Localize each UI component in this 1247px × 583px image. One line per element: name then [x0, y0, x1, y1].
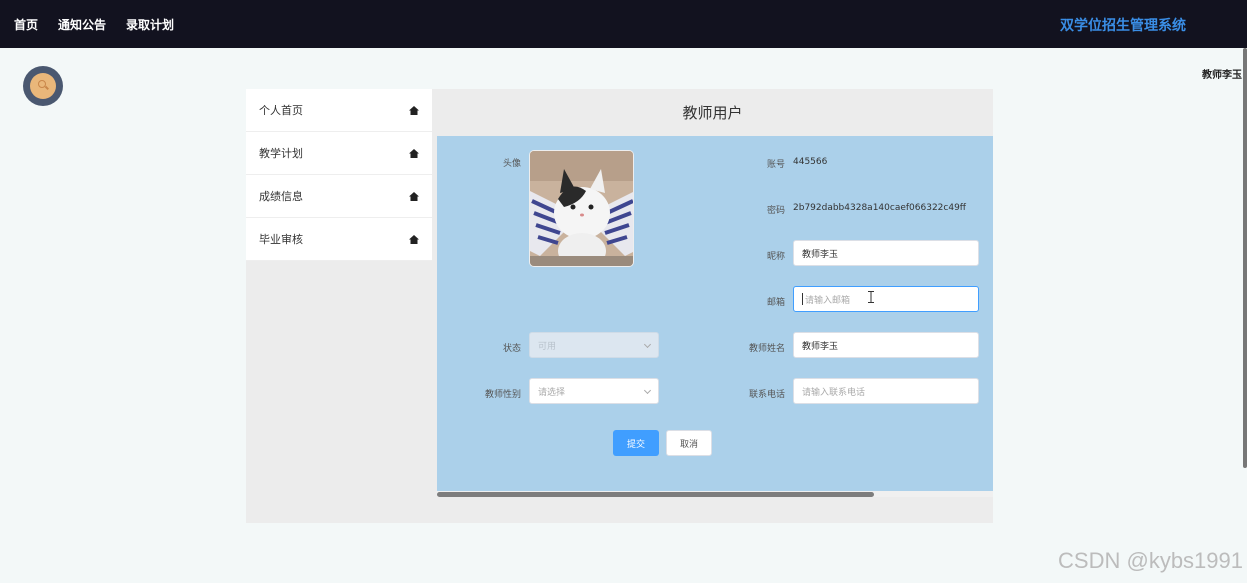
avatar-label: 头像	[502, 159, 521, 169]
home-icon	[409, 234, 419, 244]
sidebar-item-teaching-plan[interactable]: 教学计划	[246, 132, 432, 175]
site-title: 双学位招生管理系统	[1060, 18, 1186, 34]
password-label: 密码	[766, 206, 785, 216]
phone-placeholder: 请输入联系电话	[802, 387, 866, 398]
phone-label: 联系电话	[748, 390, 785, 400]
home-icon	[409, 105, 419, 115]
top-nav: 首页 通知公告 录取计划	[14, 16, 174, 33]
teacher-name-input[interactable]: 教师李玉	[793, 332, 979, 358]
page-title: 教师用户	[682, 104, 743, 122]
cancel-button[interactable]: 取消	[666, 430, 712, 456]
teacher-name-label: 教师姓名	[748, 344, 785, 354]
profile-form: 头像 账号 445566 密码 2b792dabb4328a140caef066…	[437, 136, 993, 491]
nav-home[interactable]: 首页	[14, 16, 38, 33]
status-value: 可用	[538, 341, 557, 352]
nickname-label: 昵称	[766, 252, 785, 262]
email-input[interactable]: 请输入邮箱	[793, 286, 979, 312]
sidebar-item-label: 教学计划	[259, 147, 303, 160]
chevron-down-icon	[643, 340, 652, 349]
account-label: 账号	[766, 160, 785, 170]
account-value: 445566	[793, 157, 828, 167]
submit-button[interactable]: 提交	[613, 430, 659, 456]
sidebar-menu: 个人首页 教学计划 成绩信息 毕业审核	[246, 89, 432, 261]
home-icon	[409, 148, 419, 158]
text-cursor	[802, 293, 803, 305]
main-panel: 个人首页 教学计划 成绩信息 毕业审核 教师用户 头像 账号 445566 密码…	[246, 89, 993, 523]
horizontal-scrollbar-thumb[interactable]	[437, 492, 874, 497]
sidebar-item-graduation-review[interactable]: 毕业审核	[246, 218, 432, 261]
nickname-input[interactable]: 教师李玉	[793, 240, 979, 266]
nav-admission-plan[interactable]: 录取计划	[126, 16, 174, 33]
status-label: 状态	[502, 344, 521, 354]
sidebar-item-label: 成绩信息	[259, 190, 303, 203]
email-placeholder: 请输入邮箱	[805, 295, 851, 306]
password-value: 2b792dabb4328a140caef066322c49ff	[793, 203, 966, 213]
phone-input[interactable]: 请输入联系电话	[793, 378, 979, 404]
gender-placeholder: 请选择	[538, 387, 566, 398]
horizontal-scrollbar[interactable]	[437, 491, 993, 497]
status-select: 可用	[529, 332, 659, 358]
user-avatar[interactable]	[23, 66, 63, 106]
sidebar-item-profile[interactable]: 个人首页	[246, 89, 432, 132]
sidebar-item-label: 毕业审核	[259, 233, 303, 246]
email-label: 邮箱	[766, 298, 785, 308]
sidebar-item-grades[interactable]: 成绩信息	[246, 175, 432, 218]
gender-label: 教师性别	[484, 390, 521, 400]
home-icon	[409, 191, 419, 201]
ibeam-cursor-icon	[868, 288, 874, 303]
current-username: 教师李玉	[1202, 70, 1242, 81]
watermark: CSDN @kybs1991	[1058, 548, 1243, 573]
vertical-scrollbar[interactable]	[1243, 48, 1247, 468]
top-navbar: 首页 通知公告 录取计划 双学位招生管理系统	[0, 0, 1247, 48]
gender-select[interactable]: 请选择	[529, 378, 659, 404]
sidebar-item-label: 个人首页	[259, 104, 303, 117]
avatar-image[interactable]	[529, 150, 634, 267]
chevron-down-icon	[643, 386, 652, 395]
nav-notices[interactable]: 通知公告	[58, 16, 106, 33]
